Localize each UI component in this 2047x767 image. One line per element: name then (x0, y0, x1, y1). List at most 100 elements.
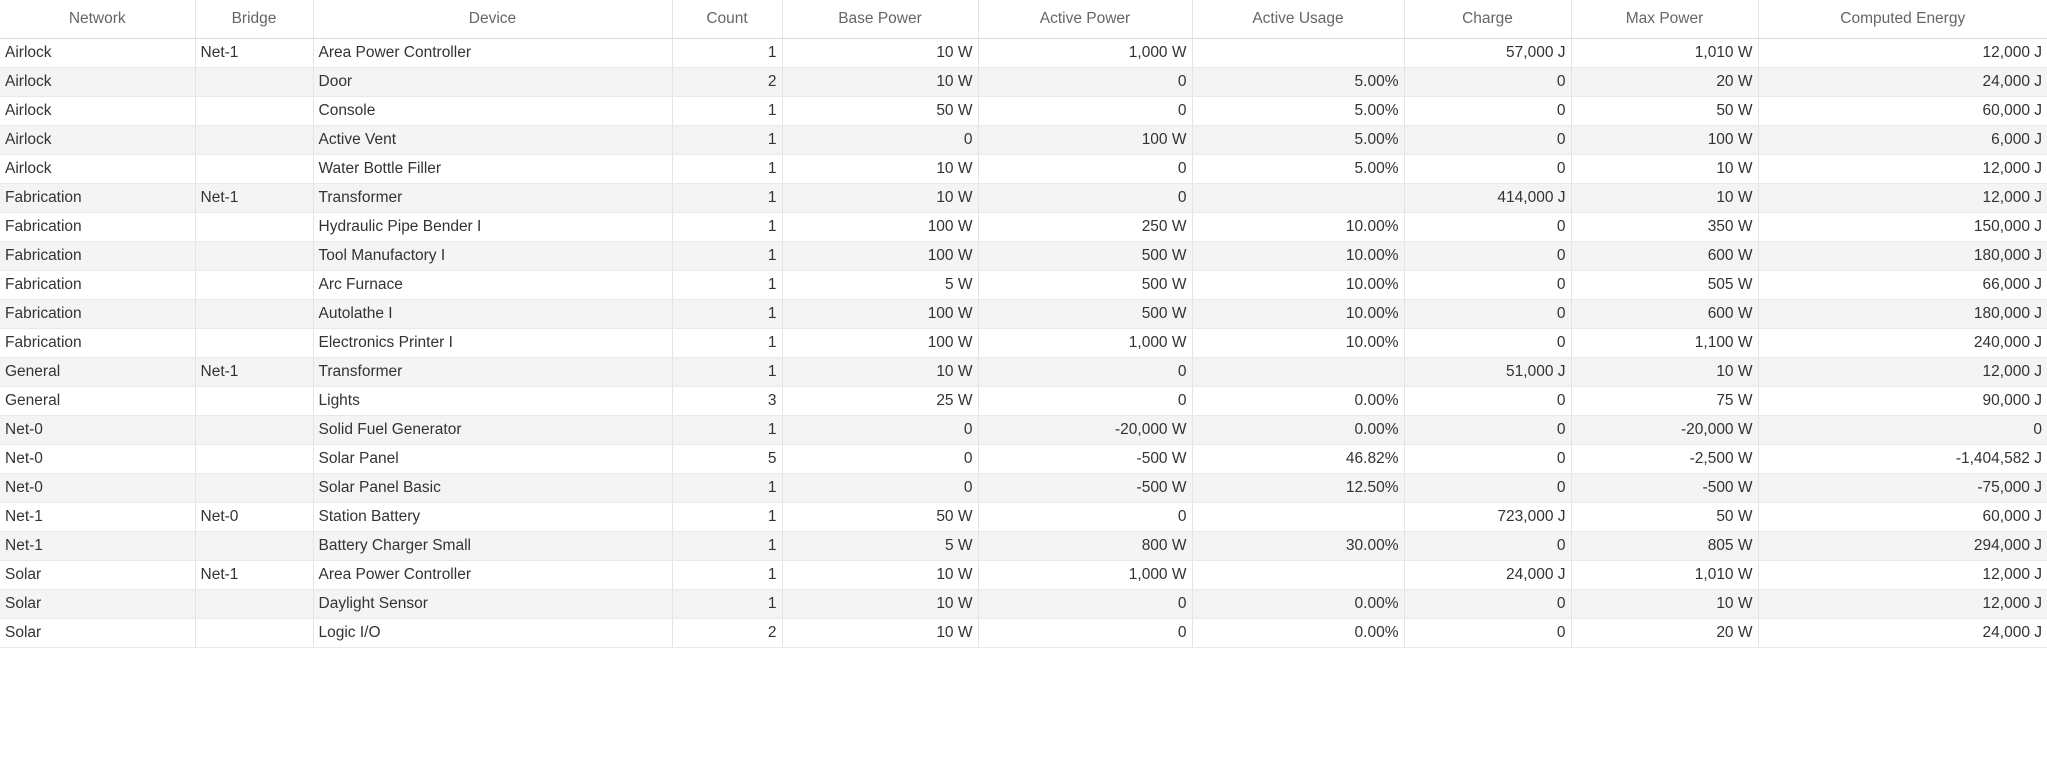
cell-computed-energy: -1,404,582 J (1758, 444, 2047, 474)
table-row[interactable]: Net-1 Battery Charger Small 1 5 W 800 W 30.00… (0, 531, 2047, 561)
column-header-max-power[interactable]: Max Power (1571, 0, 1759, 39)
cell-network: Net-0 (0, 473, 196, 503)
cell-network: Fabrication (0, 212, 196, 242)
cell-base-power: 100 W (782, 241, 979, 271)
table-row[interactable]: Fabrication Hydraulic Pipe Bender I 1 100 W… (0, 212, 2047, 242)
table-row[interactable]: Fabrication Net-1 Transformer 1 10 W 0 414,000… (0, 183, 2047, 213)
table-row[interactable]: Airlock Door 2 10 W 0 5.00% 0 20 W 24,000 J (0, 67, 2047, 97)
column-header-active-power[interactable]: Active Power (978, 0, 1193, 39)
cell-computed-energy: 12,000 J (1758, 38, 2047, 68)
table-row[interactable]: General Net-1 Transformer 1 10 W 0 51,000 J 10 … (0, 357, 2047, 387)
cell-bridge: Net-0 (195, 502, 314, 532)
table-row[interactable]: Net-1 Net-0 Station Battery 1 50 W 0 723,000 J… (0, 502, 2047, 532)
cell-active-usage: 5.00% (1192, 67, 1405, 97)
table-row[interactable]: Fabrication Autolathe I 1 100 W 500 W 10.00% 0… (0, 299, 2047, 329)
cell-base-power: 5 W (782, 531, 979, 561)
cell-count: 1 (672, 357, 783, 387)
table-row[interactable]: Airlock Console 1 50 W 0 5.00% 0 50 W 60,000 J (0, 96, 2047, 126)
cell-bridge (195, 386, 314, 416)
cell-active-power: -500 W (978, 444, 1193, 474)
cell-active-usage: 0.00% (1192, 386, 1405, 416)
table-row[interactable]: Net-0 Solid Fuel Generator 1 0 -20,000 W 0.00… (0, 415, 2047, 445)
cell-base-power: 50 W (782, 96, 979, 126)
cell-active-usage: 30.00% (1192, 531, 1405, 561)
cell-active-power: -20,000 W (978, 415, 1193, 445)
cell-count: 1 (672, 589, 783, 619)
cell-max-power: 10 W (1571, 154, 1759, 184)
cell-active-usage: 46.82% (1192, 444, 1405, 474)
cell-max-power: 10 W (1571, 183, 1759, 213)
cell-base-power: 100 W (782, 299, 979, 329)
cell-count: 5 (672, 444, 783, 474)
cell-count: 1 (672, 560, 783, 590)
cell-device: Station Battery (313, 502, 673, 532)
cell-count: 1 (672, 415, 783, 445)
cell-active-power: 800 W (978, 531, 1193, 561)
table-row[interactable]: Fabrication Arc Furnace 1 5 W 500 W 10.00% 0 50… (0, 270, 2047, 300)
table-row[interactable]: Net-0 Solar Panel 5 0 -500 W 46.82% 0 -2,500 W-… (0, 444, 2047, 474)
cell-network: Fabrication (0, 183, 196, 213)
cell-base-power: 10 W (782, 618, 979, 648)
column-header-bridge[interactable]: Bridge (195, 0, 314, 39)
table-row[interactable]: Net-0 Solar Panel Basic 1 0 -500 W 12.50% 0 -50… (0, 473, 2047, 503)
cell-count: 2 (672, 618, 783, 648)
cell-active-usage (1192, 38, 1405, 68)
cell-active-power: 1,000 W (978, 560, 1193, 590)
table-row[interactable]: Solar Net-1 Area Power Controller 1 10 W 1,00… (0, 560, 2047, 590)
cell-charge: 24,000 J (1404, 560, 1572, 590)
cell-active-usage: 0.00% (1192, 415, 1405, 445)
cell-max-power: 1,010 W (1571, 38, 1759, 68)
table-row[interactable]: Solar Logic I/O 2 10 W 0 0.00% 0 20 W 24,000 J (0, 618, 2047, 648)
cell-bridge (195, 618, 314, 648)
cell-base-power: 100 W (782, 212, 979, 242)
cell-active-power: 0 (978, 502, 1193, 532)
cell-max-power: -20,000 W (1571, 415, 1759, 445)
cell-device: Solid Fuel Generator (313, 415, 673, 445)
cell-computed-energy: 24,000 J (1758, 67, 2047, 97)
cell-base-power: 10 W (782, 183, 979, 213)
cell-charge: 0 (1404, 125, 1572, 155)
table-row[interactable]: Airlock Water Bottle Filler 1 10 W 0 5.00% 0 10… (0, 154, 2047, 184)
cell-device: Transformer (313, 183, 673, 213)
cell-count: 1 (672, 96, 783, 126)
cell-count: 1 (672, 328, 783, 358)
cell-charge: 0 (1404, 212, 1572, 242)
cell-bridge (195, 299, 314, 329)
table-row[interactable]: Fabrication Tool Manufactory I 1 100 W 500 W… (0, 241, 2047, 271)
column-header-base-power[interactable]: Base Power (782, 0, 979, 39)
cell-active-usage: 5.00% (1192, 154, 1405, 184)
cell-network: Net-0 (0, 444, 196, 474)
cell-max-power: 600 W (1571, 299, 1759, 329)
cell-charge: 0 (1404, 386, 1572, 416)
table-row[interactable]: General Lights 3 25 W 0 0.00% 0 75 W 90,000 J (0, 386, 2047, 416)
cell-device: Daylight Sensor (313, 589, 673, 619)
cell-count: 2 (672, 67, 783, 97)
cell-network: Fabrication (0, 299, 196, 329)
cell-computed-energy: 180,000 J (1758, 241, 2047, 271)
cell-bridge (195, 270, 314, 300)
table-row[interactable]: Airlock Net-1 Area Power Controller 1 10 W 1,… (0, 38, 2047, 68)
cell-base-power: 10 W (782, 38, 979, 68)
cell-network: General (0, 386, 196, 416)
cell-base-power: 100 W (782, 328, 979, 358)
cell-base-power: 10 W (782, 67, 979, 97)
cell-bridge: Net-1 (195, 38, 314, 68)
column-header-network[interactable]: Network (0, 0, 196, 39)
cell-active-power: 0 (978, 386, 1193, 416)
cell-active-usage: 10.00% (1192, 270, 1405, 300)
column-header-computed-energy[interactable]: Computed Energy (1758, 0, 2047, 39)
cell-max-power: 10 W (1571, 357, 1759, 387)
cell-network: Solar (0, 560, 196, 590)
cell-max-power: 75 W (1571, 386, 1759, 416)
column-header-count[interactable]: Count (672, 0, 783, 39)
table-row[interactable]: Airlock Active Vent 1 0 100 W 5.00% 0 100 W 6,00… (0, 125, 2047, 155)
cell-bridge (195, 444, 314, 474)
cell-network: Solar (0, 618, 196, 648)
column-header-device[interactable]: Device (313, 0, 673, 39)
table-row[interactable]: Solar Daylight Sensor 1 10 W 0 0.00% 0 10 W 12,0… (0, 589, 2047, 619)
column-header-charge[interactable]: Charge (1404, 0, 1572, 39)
table-row[interactable]: Fabrication Electronics Printer I 1 100 W 1,… (0, 328, 2047, 358)
cell-count: 1 (672, 299, 783, 329)
column-header-active-usage[interactable]: Active Usage (1192, 0, 1405, 39)
cell-active-power: 0 (978, 96, 1193, 126)
